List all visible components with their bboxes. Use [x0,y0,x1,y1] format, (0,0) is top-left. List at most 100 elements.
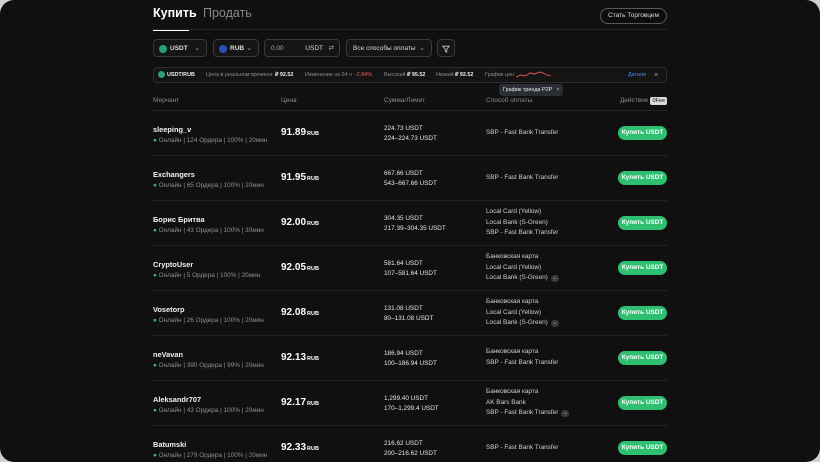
buy-usdt-button[interactable]: Купить USDT [618,441,667,455]
amount-input[interactable]: 0.00 USDT ⇄ [264,39,340,57]
tab-sell[interactable]: Продать [203,6,252,20]
low-value: ₽ 92.52 [455,72,474,78]
buy-usdt-button[interactable]: Купить USDT [618,261,667,275]
buy-usdt-button[interactable]: Купить USDT [618,126,667,140]
column-merchant: Мерчант [153,97,180,104]
merchant-name[interactable]: Batumski [153,440,186,449]
become-merchant-button[interactable]: Стать Торговцем [600,8,667,24]
payment-method: Local Card (Yellow) [486,264,541,271]
merchant-name[interactable]: neVavan [153,350,183,359]
price-value: 92.33 [281,442,307,453]
price-value: 91.89 [281,127,307,138]
merchant-name[interactable]: Vosetorp [153,305,184,314]
payment-method: SBP - Fast Bank Transfer [486,129,558,136]
fiat-label: RUB [230,45,245,52]
swap-icon[interactable]: ⇄ [329,40,334,58]
merchant-stats-text: Онлайн | 26 Ордера | 100% | 20мин [158,317,264,324]
offer-price: 92.17RUB [281,397,319,408]
payment-method-label: Local Card (Yellow) [486,308,542,316]
buy-usdt-button[interactable]: Купить USDT [618,171,667,185]
coin-select[interactable]: USDT ⌄ [153,39,207,57]
merchant-stats: ● Онлайн | 5 Ордера | 100% | 20мин [153,272,260,279]
payment-method-label: Local Card (Yellow) [486,208,542,215]
merchant-stats-text: Онлайн | 43 Ордера | 100% | 30мин [158,227,264,234]
tab-buy[interactable]: Купить [153,6,197,20]
column-amount: Сумма/Лимит [384,97,426,104]
column-price[interactable]: Цена [281,96,297,106]
offer-row: Vosetorp ● Онлайн | 26 Ордера | 100% | 2… [153,291,667,336]
payment-method-label: SBP - Fast Bank Transfer [486,359,559,366]
payment-method-label: Банковская карта [486,253,539,260]
offer-price: 92.13RUB [281,352,319,363]
close-icon[interactable]: × [556,87,559,93]
merchant-name[interactable]: sleeping_v [153,125,191,134]
merchant-name[interactable]: Exchangers [153,170,195,179]
online-dot-icon: ● [153,317,157,324]
high-label: Высокий [384,72,406,78]
online-dot-icon: ● [153,362,157,369]
merchant-name[interactable]: Борис Бритва [153,215,205,224]
payment-method: Local Bank (S-Green) ⌄ [486,274,559,282]
payment-method-label: SBP - Fast Bank Transfer [486,129,559,136]
payment-method: Local Card (Yellow) [486,309,541,316]
order-limit: 100–186.94 USDT [384,360,437,367]
buy-usdt-button[interactable]: Купить USDT [618,306,667,320]
buy-usdt-button[interactable]: Купить USDT [618,216,667,230]
p2p-panel: Купить Продать Стать Торговцем USDT ⌄ RU… [153,0,667,462]
order-limit: 107–581.64 USDT [384,270,437,277]
payment-method: Банковская карта [486,253,538,260]
buy-usdt-button[interactable]: Купить USDT [618,351,667,365]
details-link[interactable]: Детали [628,68,646,83]
merchant-stats-text: Онлайн | 279 Ордера | 100% | 20мин [158,452,268,459]
offer-row: Aleksandr707 ● Онлайн | 43 Ордера | 100%… [153,381,667,426]
realtime-price-label: Цена в реальном времени [206,72,273,78]
pair-label: USDT/RUB [167,72,195,78]
buy-usdt-button[interactable]: Купить USDT [618,396,667,410]
amount-currency: USDT [305,45,323,52]
merchant-name[interactable]: Aleksandr707 [153,395,201,404]
price-currency: RUB [307,266,319,272]
payment-method-label: Local Bank (S-Green) [486,319,548,326]
merchant-stats: ● Онлайн | 124 Ордера | 100% | 20мин [153,137,267,144]
payment-method: SBP - Fast Bank Transfer ⌄ [486,409,570,417]
offer-row: Batumski ● Онлайн | 279 Ордера | 100% | … [153,426,667,462]
price-value: 92.17 [281,397,307,408]
merchant-name[interactable]: CryptoUser [153,260,193,269]
online-dot-icon: ● [153,137,157,144]
expand-payment-icon[interactable]: ⌄ [550,275,559,282]
payment-method: Local Card (Yellow) [486,208,541,215]
close-icon[interactable]: × [654,68,658,83]
merchant-stats-text: Онлайн | 124 Ордера | 100% | 20мин [158,137,268,144]
online-dot-icon: ● [153,407,157,414]
expand-payment-icon[interactable]: ⌄ [550,320,559,327]
payment-method-label: SBP - Fast Bank Transfer [486,229,559,236]
order-limit: 543–667.66 USDT [384,180,437,187]
filter-button[interactable] [437,39,455,57]
available-amount: 186.94 USDT [384,350,423,357]
offer-price: 91.89RUB [281,127,319,138]
price-currency: RUB [307,356,319,362]
offer-price: 92.05RUB [281,262,319,273]
price-chart-label: График цен [485,72,514,78]
price-currency: RUB [307,401,319,407]
merchant-stats: ● Онлайн | 390 Ордера | 99% | 20мин [153,362,264,369]
offer-row: CryptoUser ● Онлайн | 5 Ордера | 100% | … [153,246,667,291]
offer-row: neVavan ● Онлайн | 390 Ордера | 99% | 20… [153,336,667,381]
fiat-select[interactable]: RUB ⌄ [213,39,259,57]
order-limit: 200–216.62 USDT [384,450,437,457]
price-value: 92.05 [281,262,307,273]
payment-method-label: Банковская карта [486,388,539,395]
offer-price: 92.33RUB [281,442,319,453]
low-label: Низкий [436,72,454,78]
price-value: 92.13 [281,352,307,363]
payment-method: Local Bank (S-Green) [486,219,548,226]
change-value: -2.84% [355,72,373,78]
price-currency: RUB [307,176,319,182]
price-sparkline[interactable] [516,71,552,79]
payment-method-label: AK Bars Bank [486,398,526,406]
payment-method-select[interactable]: Все способы оплаты ⌄ [346,39,432,57]
expand-payment-icon[interactable]: ⌄ [561,410,570,417]
merchant-stats-text: Онлайн | 5 Ордера | 100% | 20мин [158,272,261,279]
offer-price: 92.00RUB [281,217,319,228]
offer-row: Борис Бритва ● Онлайн | 43 Ордера | 100%… [153,201,667,246]
